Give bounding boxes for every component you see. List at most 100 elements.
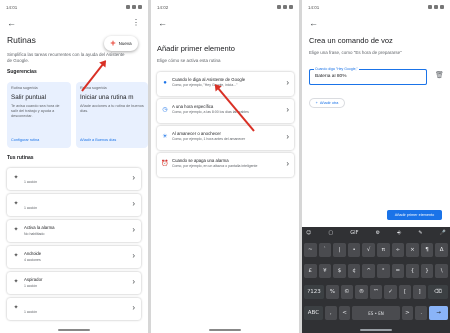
suggestion-card[interactable]: Rutina sugerida Iniciar una rutina m Aña… [76, 82, 148, 148]
keyboard-toolbar: ☺ ▢ GIF ⚙ ⎆ ✎ 🎤 [306, 230, 446, 236]
key[interactable]: ^ [362, 264, 375, 278]
key[interactable]: ¥ [318, 264, 332, 278]
key[interactable]: • [347, 243, 361, 257]
key[interactable]: ~ [304, 243, 317, 257]
enter-key[interactable]: → [429, 306, 448, 320]
option-alarm-dismissed[interactable]: ⏰ Cuando se apaga una alarma Como, por e… [157, 153, 294, 177]
suggestion-title: Salir puntual [11, 94, 47, 101]
back-arrow-icon[interactable]: ← [309, 18, 319, 28]
handwriting-icon[interactable]: ✎ [418, 230, 422, 236]
emoji-icon[interactable]: ☺ [306, 230, 311, 236]
routine-item[interactable]: ✦ Androide 4 acciones › [7, 246, 141, 268]
key[interactable]: [ [398, 285, 412, 299]
key[interactable]: . [415, 306, 428, 320]
key[interactable]: $ [333, 264, 346, 278]
suggestion-title: Iniciar una rutina m [80, 94, 134, 101]
wand-icon: ✦ [13, 279, 19, 285]
status-bar: 14:01 [308, 3, 444, 11]
key[interactable]: ✓ [384, 285, 397, 299]
wand-icon: ✦ [13, 227, 19, 233]
new-routine-label: Nueva [118, 41, 132, 46]
add-another-button[interactable]: + Añadir otra [309, 98, 345, 108]
chevron-right-icon: › [286, 159, 289, 168]
keyboard-row: ~ ` | • √ π ÷ × ¶ Δ [304, 243, 448, 257]
space-key[interactable]: ES • EN [352, 306, 400, 320]
key[interactable]: √ [362, 243, 375, 257]
suggestion-tag: Rutina sugerida [80, 86, 107, 90]
key[interactable]: \ [435, 264, 448, 278]
status-time: 14:01 [6, 4, 18, 10]
routines-screen: 14:01 ← ⋮ Rutinas Simplifica las tareas … [0, 0, 148, 333]
key[interactable]: = [391, 264, 405, 278]
gif-button[interactable]: GIF [350, 230, 358, 236]
key[interactable]: ÷ [391, 243, 405, 257]
key[interactable]: × [406, 243, 419, 257]
key[interactable]: > [401, 306, 414, 320]
key[interactable]: π [376, 243, 390, 257]
routine-item[interactable]: ✦ 1 acción › [7, 194, 141, 216]
translate-icon[interactable]: ⎆ [397, 230, 401, 236]
routine-actions: 1 acción [24, 180, 38, 184]
routine-item[interactable]: ✦ 1 acción › [7, 168, 141, 190]
key[interactable]: ¢ [347, 264, 361, 278]
option-title: Al amanecer o anochecer [172, 131, 221, 136]
key[interactable]: | [333, 243, 346, 257]
key[interactable]: © [340, 285, 354, 299]
symbols-key[interactable]: ?123 [304, 285, 325, 299]
voice-command-input[interactable] [315, 74, 423, 79]
status-icons [428, 5, 444, 9]
keyboard-row: ?123 % © ® ™ ✓ [ ] ⌫ [304, 285, 448, 299]
wand-icon: ✦ [13, 305, 19, 311]
option-desc: Como, por ejemplo, en un altavoz o panta… [172, 164, 258, 168]
sticker-icon[interactable]: ▢ [328, 230, 333, 236]
key[interactable]: ™ [369, 285, 383, 299]
status-icons [126, 5, 142, 9]
key[interactable]: ° [376, 264, 390, 278]
add-first-element-button[interactable]: Añadir primer elemento [387, 210, 442, 220]
routine-name: Activa la alarma [24, 225, 55, 230]
option-specific-time[interactable]: ◷ A una hora específica Como, por ejempl… [157, 99, 294, 123]
more-options-icon[interactable]: ⋮ [132, 18, 140, 28]
settings-icon[interactable]: ⚙ [376, 230, 380, 236]
delete-icon[interactable]: 🗑 [435, 71, 444, 79]
add-to-morning-link[interactable]: Añadir a Buenos días [80, 138, 116, 142]
option-title: Cuando le diga al Asistente de Google [172, 77, 246, 82]
key[interactable]: ] [413, 285, 426, 299]
key[interactable]: < [338, 306, 351, 320]
mic-icon[interactable]: 🎤 [440, 230, 446, 236]
chevron-right-icon: › [132, 277, 135, 286]
new-routine-button[interactable]: + Nueva [104, 36, 138, 51]
routine-item[interactable]: ✦ 1 acción › [7, 298, 141, 320]
key[interactable]: } [420, 264, 434, 278]
key[interactable]: Δ [435, 243, 448, 257]
suggestions-heading: Sugerencias [7, 69, 37, 75]
chevron-right-icon: › [286, 105, 289, 114]
abc-key[interactable]: ABC [304, 306, 323, 320]
status-icons [277, 5, 293, 9]
key[interactable]: { [406, 264, 419, 278]
wand-icon: ✦ [13, 201, 19, 207]
suggestion-card[interactable]: Rutina sugerida Salir puntual Te avisa c… [7, 82, 71, 148]
routine-item[interactable]: ✦ Aspirador 1 acción › [7, 272, 141, 294]
voice-command-field[interactable]: Cuando diga "Hey Google," [309, 67, 427, 85]
plus-icon: + [315, 101, 318, 105]
key[interactable]: , [324, 306, 337, 320]
back-arrow-icon[interactable]: ← [7, 18, 17, 28]
backspace-key[interactable]: ⌫ [427, 285, 448, 299]
status-time: 14:01 [308, 4, 320, 10]
key[interactable]: ¶ [420, 243, 434, 257]
routine-actions: 1 acción [24, 310, 38, 314]
option-sunrise-sunset[interactable]: ☀ Al amanecer o anochecer Como, por ejem… [157, 126, 294, 150]
gesture-bar [360, 329, 392, 331]
key[interactable]: ® [355, 285, 368, 299]
configure-routine-link[interactable]: Configurar rutina [11, 138, 39, 142]
key[interactable]: £ [304, 264, 317, 278]
status-bar: 14:01 [6, 3, 142, 11]
key[interactable]: % [326, 285, 339, 299]
field-label: Cuando diga "Hey Google," [314, 67, 359, 71]
back-arrow-icon[interactable]: ← [158, 18, 168, 28]
option-voice-command[interactable]: ● Cuando le diga al Asistente de Google … [157, 72, 294, 96]
option-title: Cuando se apaga una alarma [172, 158, 229, 163]
routine-item[interactable]: ✦ Activa la alarma No habilitado › [7, 220, 141, 242]
key[interactable]: ` [318, 243, 332, 257]
